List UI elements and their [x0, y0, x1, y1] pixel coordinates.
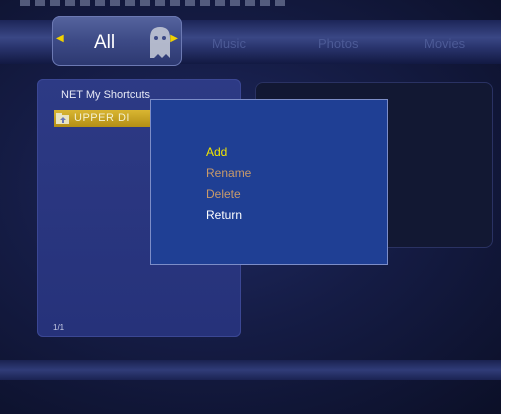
tab-all-label: All — [94, 32, 116, 53]
tab-all[interactable]: ◀ All ▶ — [52, 16, 182, 66]
tab-music[interactable]: Music — [212, 36, 246, 51]
page-indicator: 1/1 — [53, 323, 65, 332]
top-decoration — [20, 0, 290, 6]
bottom-bar — [0, 360, 501, 380]
tab-photos[interactable]: Photos — [318, 36, 358, 51]
media-player-screen: ◀ All ▶ Music Photos Movies NET My Short… — [0, 0, 515, 414]
menu-item-rename[interactable]: Rename — [206, 166, 251, 180]
context-menu: Add Rename Delete Return — [150, 99, 388, 265]
frame-edge — [501, 0, 515, 414]
right-arrow-icon[interactable]: ▶ — [170, 34, 178, 44]
tab-movies[interactable]: Movies — [424, 36, 465, 51]
folder-up-icon — [56, 113, 69, 124]
menu-item-add[interactable]: Add — [206, 145, 227, 159]
list-item-label: UPPER DI — [74, 112, 130, 124]
left-arrow-icon[interactable]: ◀ — [56, 34, 64, 44]
menu-item-return[interactable]: Return — [206, 208, 242, 222]
menu-item-delete[interactable]: Delete — [206, 187, 241, 201]
panel-title: NET My Shortcuts — [61, 89, 151, 101]
